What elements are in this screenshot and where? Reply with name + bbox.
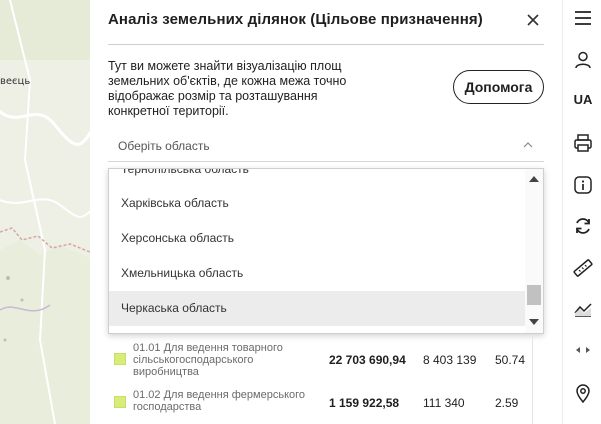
row-label: 01.01 Для ведення товарного сільськогосп… [133, 342, 283, 378]
row-count: 8 403 139 [423, 353, 477, 367]
table-row[interactable]: 01.02 Для ведення фермерського господарс… [108, 384, 544, 424]
ruler-icon[interactable] [572, 257, 594, 279]
region-option[interactable]: Харківська область [109, 186, 525, 221]
region-dropdown: Тернопільська область Харківська область… [108, 168, 544, 334]
info-icon[interactable] [572, 174, 594, 196]
category-swatch [114, 396, 126, 408]
scroll-down-icon[interactable] [529, 319, 539, 325]
region-select-placeholder: Оберіть область [118, 139, 210, 153]
land-analysis-panel: Аналіз земельних ділянок (Цільове призна… [90, 0, 562, 424]
title-divider [108, 44, 544, 45]
language-switch[interactable]: UA [568, 92, 598, 110]
scrollbar-thumb[interactable] [527, 285, 541, 305]
chevron-up-icon [523, 142, 533, 148]
map-view[interactable]: веєць [0, 0, 90, 424]
region-option[interactable]: Херсонська область [109, 221, 525, 256]
menu-icon[interactable] [572, 7, 594, 29]
user-icon[interactable] [572, 49, 594, 71]
right-toolbar: UA [562, 0, 601, 424]
close-button[interactable] [523, 10, 543, 30]
map-features [0, 0, 90, 424]
help-button[interactable]: Допомога [453, 70, 544, 104]
scroll-up-icon[interactable] [529, 176, 539, 182]
region-option-highlighted[interactable]: Черкаська область [109, 291, 525, 326]
dropdown-scrollbar[interactable] [525, 169, 543, 333]
region-option[interactable]: Тернопільська область [109, 169, 525, 187]
row-count: 111 340 [423, 396, 465, 410]
map-place-label: веєць [0, 76, 31, 87]
row-area: 1 159 922,58 [329, 396, 400, 410]
purpose-table: 01.01 Для ведення товарного сільськогосп… [108, 336, 544, 424]
region-select[interactable]: Оберіть область [108, 132, 544, 162]
row-label: 01.02 Для ведення фермерського господарс… [133, 389, 306, 413]
table-row[interactable]: 01.01 Для ведення товарного сільськогосп… [108, 338, 544, 382]
table-divider [532, 336, 533, 424]
close-icon [527, 14, 539, 26]
panel-description: Тут ви можете знайти візуалізацію площ з… [108, 59, 347, 118]
row-percent: 50.74 [495, 353, 526, 367]
category-swatch [114, 353, 126, 365]
location-icon[interactable] [572, 382, 594, 404]
print-icon[interactable] [572, 132, 594, 154]
panel-title: Аналіз земельних ділянок (Цільове призна… [108, 11, 483, 28]
row-percent: 2.59 [495, 396, 519, 410]
chart-icon[interactable] [572, 298, 594, 320]
expand-arrows-icon[interactable] [572, 339, 594, 361]
region-option[interactable]: Хмельницька область [109, 256, 525, 291]
refresh-icon[interactable] [572, 215, 594, 237]
row-area: 22 703 690,94 [329, 353, 406, 367]
region-options-list: Тернопільська область Харківська область… [109, 169, 525, 333]
